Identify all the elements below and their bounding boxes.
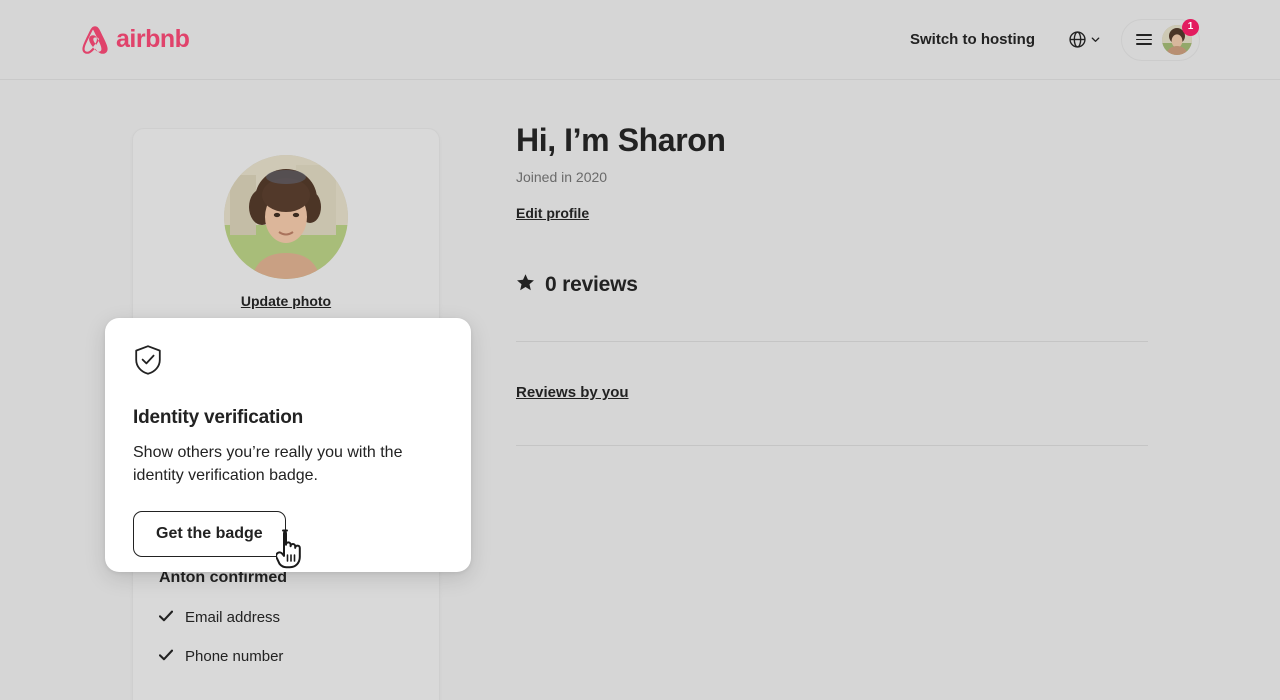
divider-bottom [516,445,1148,447]
reviews-by-you-link[interactable]: Reviews by you [516,384,629,401]
modal-description: Show others you’re really you with the i… [133,444,403,484]
airbnb-logo[interactable]: airbnb [80,24,190,56]
header-actions: Switch to hosting 1 [896,18,1200,61]
profile-main-column: Hi, I’m Sharon Joined in 2020 Edit profi… [516,121,1148,447]
modal-title: Identity verification [133,407,304,428]
check-icon [158,648,174,665]
confirmed-item-label: Phone number [185,648,284,665]
chevron-down-icon [1090,34,1101,45]
update-photo-link[interactable]: Update photo [241,293,331,309]
hamburger-menu-icon [1136,34,1152,45]
page-title: Hi, I’m Sharon [516,122,726,158]
confirmed-item-email: Email address [158,609,413,626]
confirmed-info-block: Anton confirmed Email address Phone numb… [158,569,413,687]
profile-photo-block: Update photo [133,129,439,309]
get-the-badge-button[interactable]: Get the badge [133,511,286,558]
edit-profile-link[interactable]: Edit profile [516,205,589,221]
shield-check-icon [133,344,443,381]
profile-photo [224,155,348,279]
avatar[interactable]: 1 [1162,18,1199,55]
joined-date: Joined in 2020 [516,169,608,186]
confirmed-item-label: Email address [185,609,281,626]
identity-verification-modal: Identity verification Show others you’re… [105,318,471,572]
globe-icon [1069,31,1086,48]
switch-to-hosting-button[interactable]: Switch to hosting [896,19,1049,60]
reviews-count: 0 reviews [545,273,638,297]
airbnb-logo-icon [80,24,110,56]
star-icon [516,273,535,297]
airbnb-logo-text: airbnb [116,25,190,53]
site-header: airbnb Switch to hosting 1 [0,0,1280,80]
confirmed-item-phone: Phone number [158,648,413,665]
user-profile-menu-button[interactable]: 1 [1121,18,1200,61]
language-region-button[interactable] [1057,21,1113,58]
notification-badge: 1 [1182,18,1199,36]
divider-top [516,341,1148,343]
check-icon [158,609,174,626]
reviews-summary: 0 reviews [516,273,1148,297]
